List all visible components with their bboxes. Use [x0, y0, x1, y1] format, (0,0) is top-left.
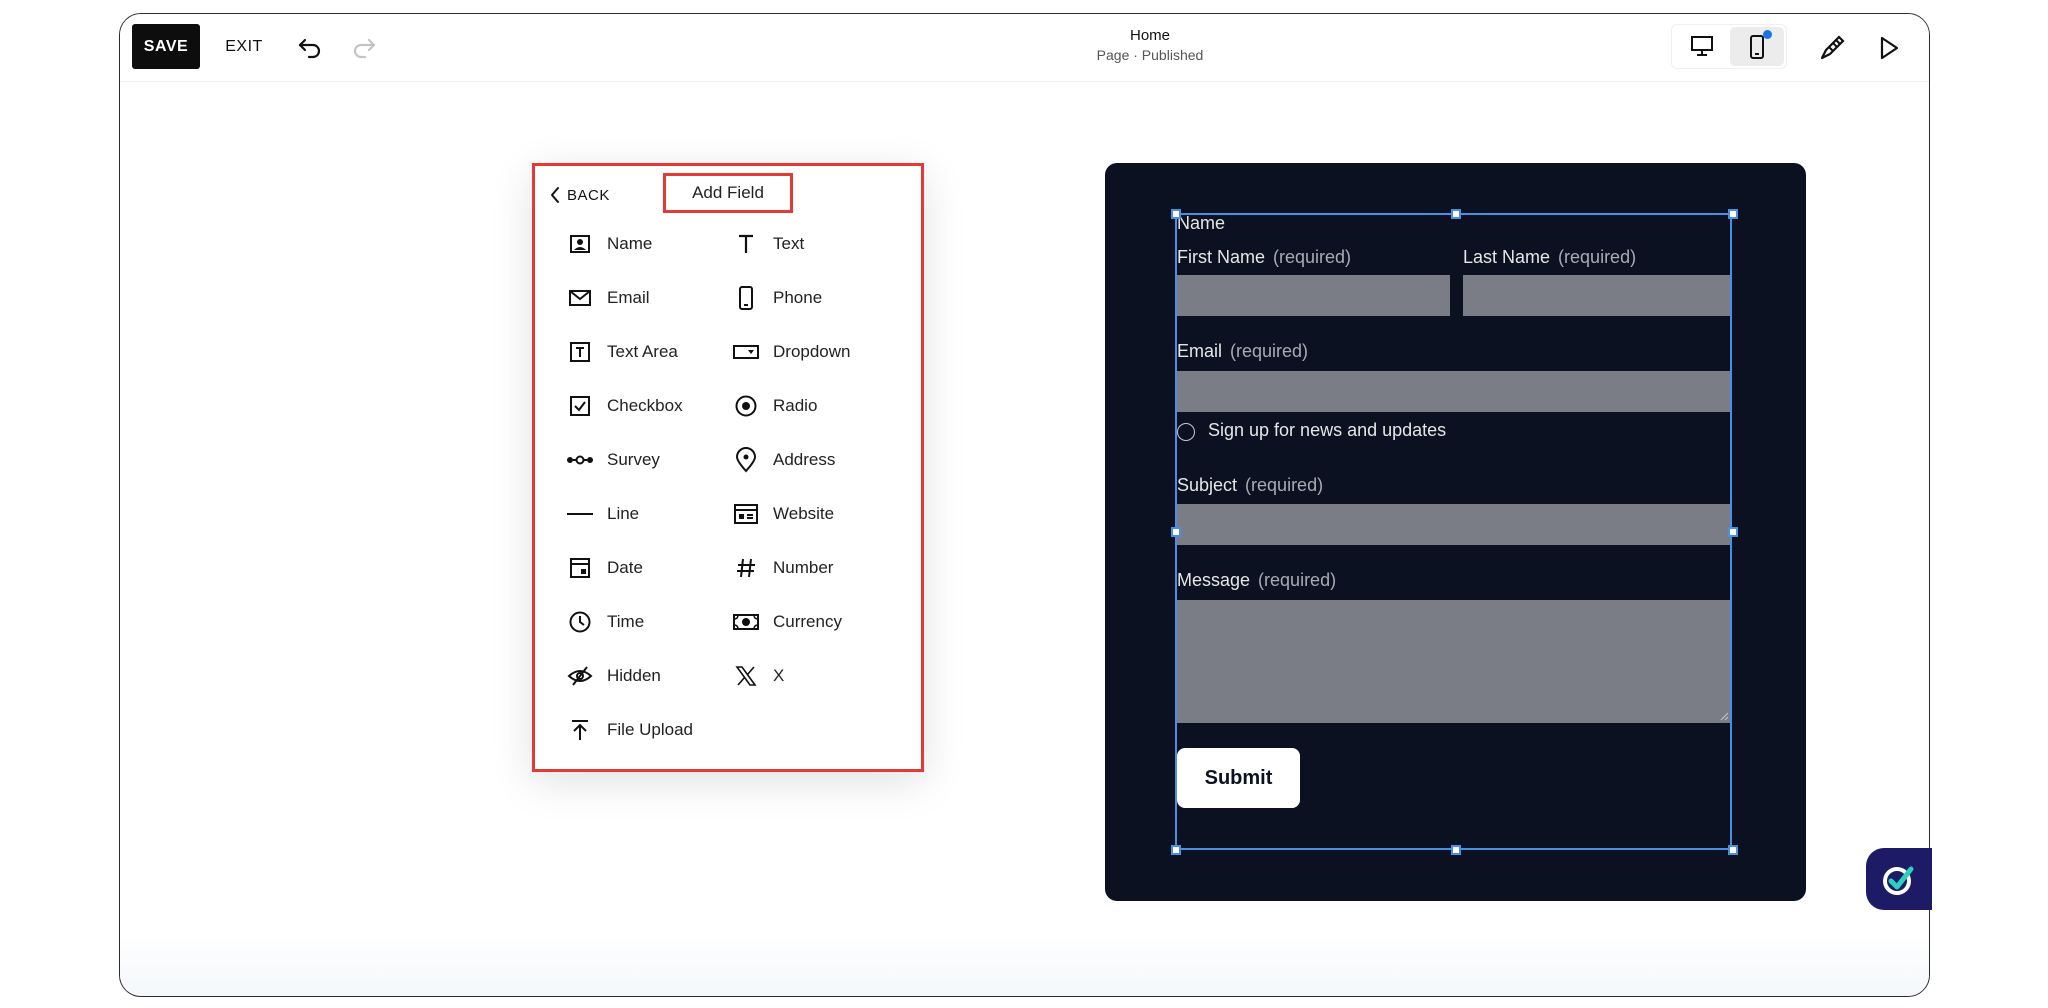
website-icon [731, 499, 761, 529]
notification-dot [1763, 30, 1772, 39]
resize-handle[interactable] [1171, 527, 1181, 537]
field-option-radio[interactable]: Radio [731, 391, 817, 421]
resize-handle[interactable] [1728, 209, 1738, 219]
desktop-view-button[interactable] [1674, 27, 1730, 66]
preview-play-icon[interactable] [1869, 28, 1909, 68]
field-option-dropdown[interactable]: Dropdown [731, 337, 851, 367]
field-option-x[interactable]: X [731, 661, 784, 691]
field-option-currency[interactable]: Currency [731, 607, 842, 637]
field-option-address[interactable]: Address [731, 445, 835, 475]
assistant-check-icon [1883, 866, 1914, 895]
text-area-icon [565, 337, 595, 367]
editor-toolbar: SAVE EXIT Home Page · Published [120, 14, 1929, 82]
text-t-icon [731, 229, 761, 259]
field-option-date[interactable]: Date [565, 553, 643, 583]
radio-icon [731, 391, 761, 421]
field-option-name[interactable]: Name [565, 229, 652, 259]
panel-title: Add Field [663, 173, 793, 213]
calendar-icon [565, 553, 595, 583]
canvas-background [120, 936, 1929, 996]
map-pin-icon [731, 445, 761, 475]
page-info[interactable]: Home Page · Published [900, 26, 1400, 65]
back-label: BACK [567, 186, 610, 204]
field-option-hidden[interactable]: Hidden [565, 661, 661, 691]
resize-handle[interactable] [1451, 209, 1461, 219]
eye-off-icon [565, 661, 595, 691]
hash-icon [731, 553, 761, 583]
field-option-checkbox[interactable]: Checkbox [565, 391, 683, 421]
page-title: Home [1129, 27, 1170, 44]
name-card-icon [565, 229, 595, 259]
back-button[interactable]: BACK [549, 182, 610, 208]
field-option-text-area[interactable]: Text Area [565, 337, 678, 367]
field-option-phone[interactable]: Phone [731, 283, 822, 313]
desktop-icon [1691, 36, 1713, 56]
resize-handle[interactable] [1728, 845, 1738, 855]
save-button[interactable]: SAVE [132, 24, 200, 69]
field-option-email[interactable]: Email [565, 283, 650, 313]
phone-icon [731, 283, 761, 313]
undo-icon[interactable] [292, 30, 328, 66]
field-option-survey[interactable]: Survey [565, 445, 660, 475]
survey-icon [565, 445, 595, 475]
redo-icon[interactable] [346, 30, 382, 66]
field-option-number[interactable]: Number [731, 553, 833, 583]
field-option-time[interactable]: Time [565, 607, 644, 637]
resize-handle[interactable] [1171, 845, 1181, 855]
field-option-website[interactable]: Website [731, 499, 834, 529]
page-status: Page · Published [1096, 47, 1204, 63]
resize-handle[interactable] [1728, 527, 1738, 537]
chevron-left-icon [551, 187, 559, 203]
envelope-icon [565, 283, 595, 313]
device-toggle [1671, 24, 1787, 69]
field-option-line[interactable]: Line [565, 499, 639, 529]
help-assistant-button[interactable] [1866, 848, 1932, 910]
upload-icon [565, 715, 595, 745]
checkbox-icon [565, 391, 595, 421]
x-logo-icon [731, 661, 761, 691]
field-option-file-upload[interactable]: File Upload [565, 715, 693, 745]
currency-icon [731, 607, 761, 637]
dropdown-icon [731, 337, 761, 367]
field-option-text[interactable]: Text [731, 229, 804, 259]
line-icon [565, 499, 595, 529]
resize-handle[interactable] [1451, 845, 1461, 855]
resize-handle[interactable] [1171, 209, 1181, 219]
exit-button[interactable]: EXIT [218, 24, 270, 69]
design-brush-icon[interactable] [1812, 28, 1852, 68]
mobile-view-button[interactable] [1730, 27, 1784, 66]
block-selection-outline [1175, 213, 1732, 850]
add-field-panel: BACK Add Field Name Email Text Area Chec… [532, 163, 924, 772]
clock-icon [565, 607, 595, 637]
